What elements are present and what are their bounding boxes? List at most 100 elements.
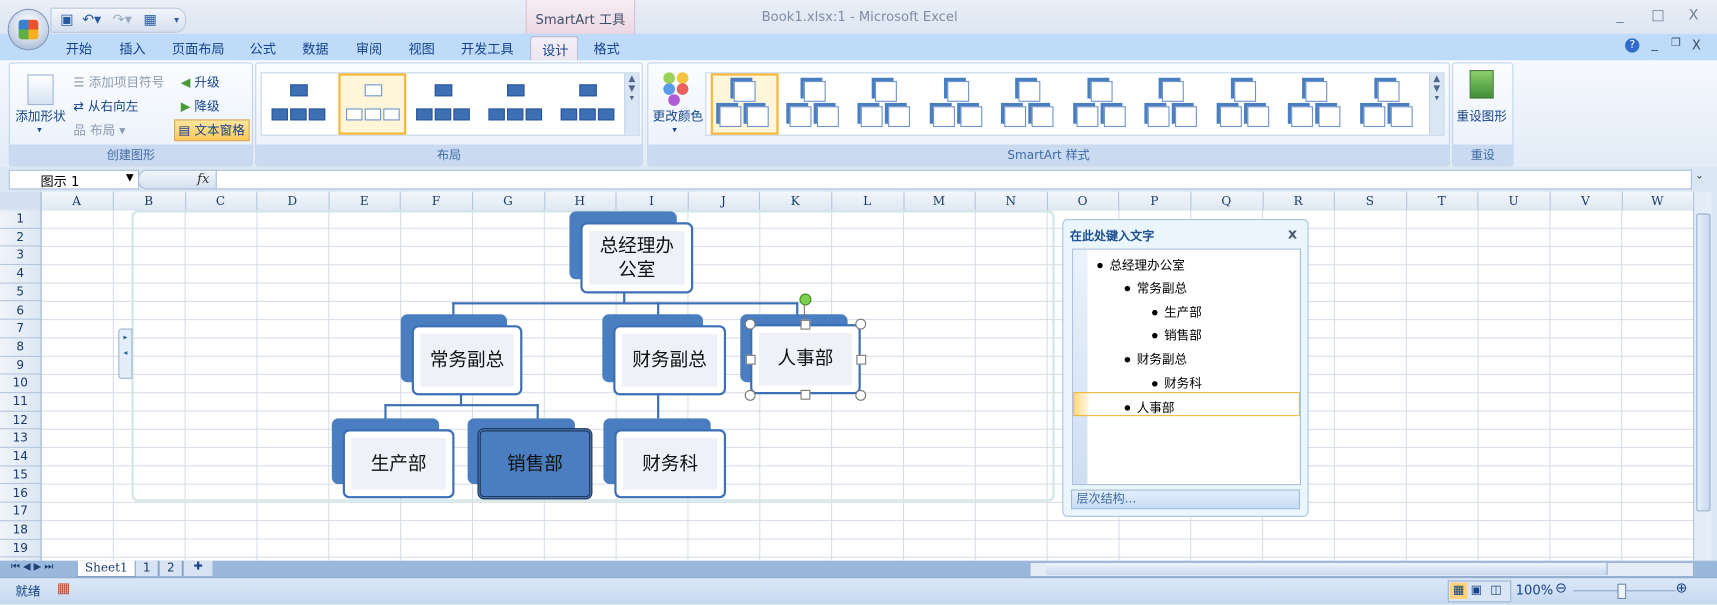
text-pane-item[interactable]: 财务副总 (1124, 350, 1187, 368)
help-icon[interactable]: ? (1625, 38, 1640, 53)
tab-review[interactable]: 审阅 (356, 39, 382, 58)
row-header-17[interactable]: 17 (0, 503, 41, 522)
normal-view-icon[interactable]: ▦ (1449, 582, 1468, 600)
smartart-icon[interactable]: ▦ (143, 12, 156, 28)
column-header-g[interactable]: G (472, 191, 545, 211)
gallery-scroll[interactable]: ▲ ▼ ▾ (624, 73, 639, 135)
row-header-7[interactable]: 7 (0, 320, 41, 339)
close-icon[interactable]: x (1288, 227, 1297, 243)
layout-thumbnail[interactable] (338, 73, 407, 135)
column-header-q[interactable]: Q (1190, 191, 1264, 211)
zoom-in-icon[interactable]: ⊕ (1676, 580, 1688, 596)
column-header-d[interactable]: D (256, 191, 330, 211)
style-thumbnail[interactable] (710, 73, 779, 135)
resize-handle[interactable] (800, 319, 811, 330)
column-header-m[interactable]: M (903, 191, 976, 211)
style-thumbnail[interactable] (1212, 75, 1277, 131)
resize-handle[interactable] (800, 389, 811, 400)
zoom-out-icon[interactable]: ⊖ (1555, 580, 1567, 596)
undo-icon[interactable]: ↶▾ (82, 12, 101, 28)
row-header-18[interactable]: 18 (0, 521, 41, 540)
expand-formula-bar-icon[interactable]: ⌄ (1695, 171, 1703, 182)
row-header-12[interactable]: 12 (0, 411, 41, 430)
name-box[interactable]: 图示 1 ▼ (8, 169, 140, 190)
resize-handle[interactable] (744, 389, 756, 401)
text-pane-button[interactable]: ▤ 文本窗格 (174, 119, 250, 142)
maximize-button[interactable]: □ (1651, 8, 1664, 24)
customize-qat-icon[interactable]: ▾ (174, 15, 179, 26)
tab-formulas[interactable]: 公式 (250, 39, 276, 58)
layout-thumbnail[interactable] (410, 75, 475, 131)
zoom-level[interactable]: 100% (1516, 583, 1554, 598)
resize-handle[interactable] (744, 318, 756, 330)
style-thumbnail[interactable] (1284, 75, 1349, 131)
text-pane-item[interactable]: 总经理办公室 (1097, 256, 1185, 274)
column-header-c[interactable]: C (185, 191, 258, 211)
sheet-tab-active[interactable]: Sheet1 (76, 560, 136, 578)
row-header-15[interactable]: 15 (0, 466, 41, 485)
row-header-2[interactable]: 2 (0, 229, 41, 247)
scroll-thumb[interactable] (1045, 562, 1608, 575)
style-thumbnail[interactable] (925, 75, 990, 131)
macro-record-icon[interactable]: ▦ (57, 580, 70, 596)
insert-sheet-icon[interactable]: ✚ (183, 560, 213, 577)
column-header-n[interactable]: N (975, 191, 1048, 211)
column-header-f[interactable]: F (400, 191, 474, 211)
layout-button[interactable]: 品 布局 ▾ (73, 122, 125, 140)
ribbon-minimize-icon[interactable]: _ (1651, 36, 1658, 51)
gallery-scroll[interactable]: ▲ ▼ ▾ (1429, 73, 1444, 135)
row-header-10[interactable]: 10 (0, 375, 41, 394)
style-thumbnail[interactable] (997, 75, 1062, 131)
resize-handle[interactable] (856, 354, 867, 365)
tab-insert[interactable]: 插入 (119, 39, 145, 58)
promote-button[interactable]: ◀ 升级 (181, 73, 220, 91)
formula-input[interactable] (215, 169, 1692, 190)
scroll-thumb[interactable] (1696, 213, 1711, 512)
style-thumbnail[interactable] (1141, 75, 1205, 131)
row-header-5[interactable]: 5 (0, 283, 41, 302)
column-header-i[interactable]: I (616, 191, 689, 211)
office-button[interactable] (8, 9, 49, 50)
column-header-s[interactable]: S (1334, 191, 1407, 211)
fx-button[interactable]: fx (197, 171, 209, 186)
layout-thumbnail[interactable] (555, 75, 619, 131)
column-header-r[interactable]: R (1262, 191, 1336, 211)
row-header-13[interactable]: 13 (0, 430, 41, 448)
tab-view[interactable]: 视图 (408, 39, 434, 58)
column-header-b[interactable]: B (113, 191, 186, 211)
row-header-4[interactable]: 4 (0, 265, 41, 284)
sheet-nav-buttons[interactable]: ⏮ ◀ ▶ ⏭ (11, 562, 53, 573)
page-break-view-icon[interactable]: ◫ (1490, 583, 1501, 597)
row-header-16[interactable]: 16 (0, 485, 41, 503)
zoom-slider-thumb[interactable] (1617, 583, 1627, 600)
column-header-a[interactable]: A (41, 191, 114, 211)
reset-graphic-button[interactable]: 重设图形 (1456, 107, 1506, 125)
row-header-11[interactable]: 11 (0, 393, 41, 412)
column-header-t[interactable]: T (1406, 191, 1479, 211)
text-pane-item[interactable]: 人事部 (1124, 399, 1174, 417)
tab-home[interactable]: 开始 (66, 39, 92, 58)
row-header-1[interactable]: 1 (0, 210, 41, 229)
restore-icon[interactable]: ❐ (1671, 37, 1681, 49)
text-pane-item[interactable]: 财务科 (1152, 375, 1202, 393)
sheet-tab[interactable]: 2 (159, 560, 183, 577)
tab-page-layout[interactable]: 页面布局 (172, 39, 225, 58)
text-pane-item[interactable]: 常务副总 (1124, 279, 1187, 297)
right-to-left-button[interactable]: ⇄ 从右向左 (73, 97, 138, 115)
style-thumbnail[interactable] (782, 75, 846, 131)
hierarchy-link[interactable]: 层次结构... (1071, 489, 1300, 510)
redo-icon[interactable]: ↷▾ (113, 12, 132, 28)
horizontal-scrollbar[interactable] (1029, 561, 1695, 578)
text-pane-item[interactable]: 生产部 (1152, 303, 1202, 321)
close-button[interactable]: X (1689, 8, 1699, 24)
column-header-k[interactable]: K (759, 191, 833, 211)
save-icon[interactable]: ▣ (60, 12, 73, 28)
text-pane-item[interactable]: 销售部 (1152, 326, 1202, 344)
column-header-l[interactable]: L (831, 191, 905, 211)
minimize-button[interactable]: _ (1616, 8, 1623, 24)
column-header-w[interactable]: W (1621, 191, 1695, 211)
style-thumbnail[interactable] (1069, 75, 1133, 131)
tab-data[interactable]: 数据 (302, 39, 328, 58)
row-header-6[interactable]: 6 (0, 302, 41, 320)
style-thumbnail[interactable] (1356, 75, 1420, 131)
